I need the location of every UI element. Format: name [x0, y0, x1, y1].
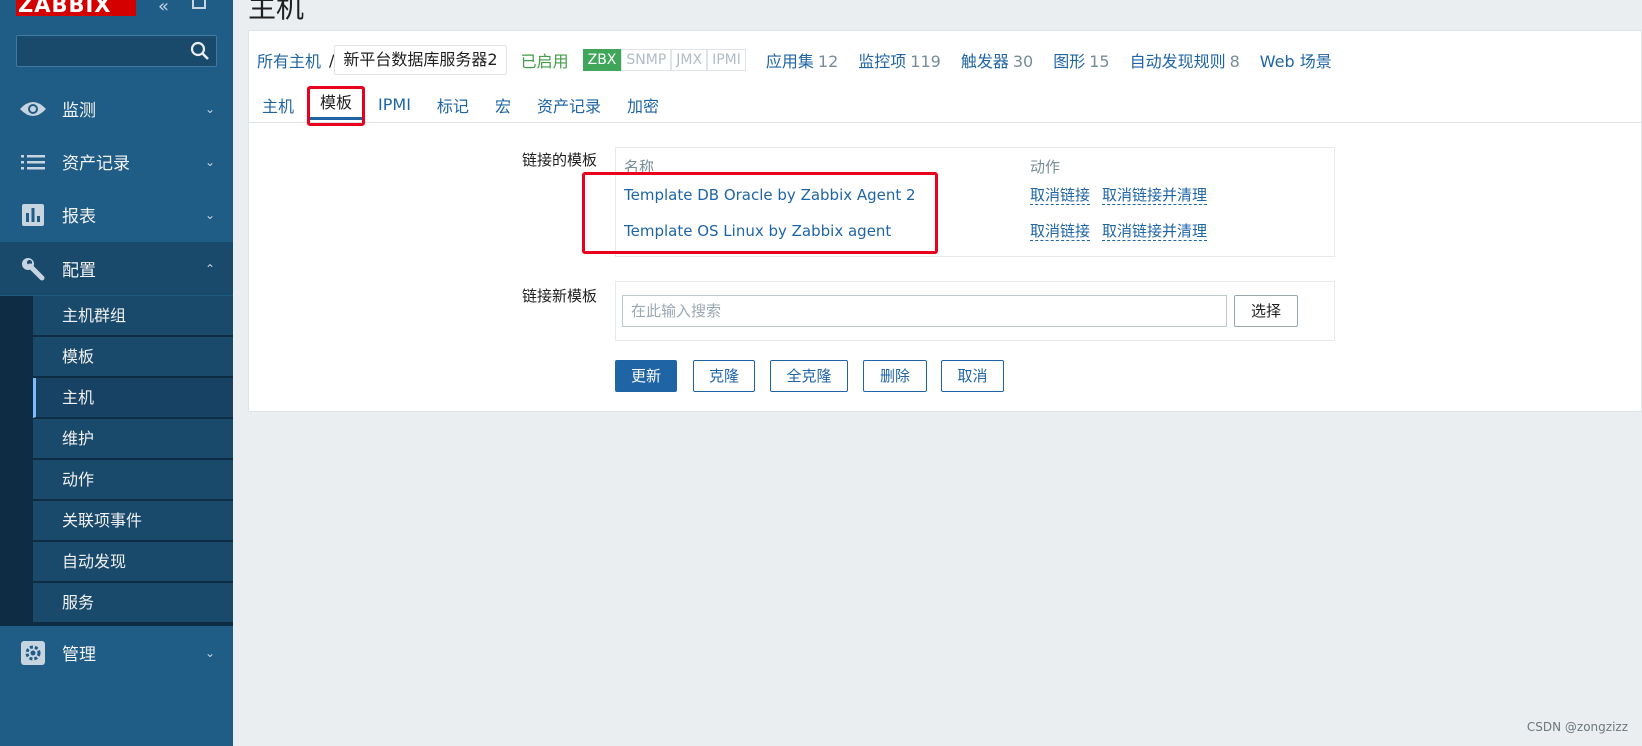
submenu-maintenance[interactable]: 维护	[33, 419, 233, 459]
link-new-templates-box: 在此输入搜索 选择	[615, 281, 1335, 341]
host-status-enabled[interactable]: 已启用	[521, 48, 569, 72]
submenu-services[interactable]: 服务	[33, 583, 233, 623]
sidebar-search-input[interactable]	[16, 35, 217, 67]
wrench-icon	[18, 257, 48, 281]
chevron-up-icon: ⌃	[204, 261, 215, 276]
nav-configuration-label: 配置	[62, 261, 96, 281]
host-tabs: 主机 模板 IPMI 标记 宏 资产记录 加密	[249, 87, 1642, 123]
submenu-event-correlation[interactable]: 关联项事件	[33, 501, 233, 541]
full-clone-button[interactable]: 全克隆	[770, 360, 848, 392]
template-search-input[interactable]: 在此输入搜索	[622, 295, 1227, 327]
sidebar: ZABBIX « 监测 ⌄ 资产记录 ⌄ 报表 ⌄ 配置 ⌃ 主机群组 模板 主…	[0, 0, 233, 746]
nav-configuration[interactable]: 配置 ⌃	[0, 242, 233, 295]
clone-button[interactable]: 克隆	[693, 360, 755, 392]
submenu-actions[interactable]: 动作	[33, 460, 233, 500]
submenu-host-groups[interactable]: 主机群组	[33, 296, 233, 336]
breadcrumb-current-host[interactable]: 新平台数据库服务器2	[334, 45, 507, 75]
chevron-down-icon: ⌄	[204, 154, 215, 169]
chevron-down-icon: ⌄	[204, 101, 215, 116]
cancel-button[interactable]: 取消	[941, 360, 1004, 392]
submenu-discovery[interactable]: 自动发现	[33, 542, 233, 582]
update-button[interactable]: 更新	[615, 360, 677, 392]
nav-reports-label: 报表	[62, 207, 96, 227]
availability-ipmi: IPMI	[707, 49, 746, 71]
availability-zbx: ZBX	[582, 49, 622, 71]
tab-host[interactable]: 主机	[249, 93, 307, 117]
gear-icon	[18, 640, 48, 665]
page-title: 主机	[248, 0, 305, 24]
eye-icon	[18, 100, 48, 118]
link-web-scenarios[interactable]: Web 场景	[1260, 48, 1332, 72]
link-discovery-rules[interactable]: 自动发现规则 8	[1130, 48, 1240, 72]
nav-inventory-label: 资产记录	[62, 154, 130, 174]
link-items[interactable]: 监控项 119	[858, 48, 941, 72]
availability-snmp: SNMP	[621, 49, 672, 71]
chevron-down-icon: ⌄	[204, 207, 215, 222]
unlink-and-clear-link[interactable]: 取消链接并清理	[1102, 186, 1208, 205]
submenu-templates[interactable]: 模板	[33, 337, 233, 377]
list-icon	[18, 154, 48, 170]
zabbix-logo[interactable]: ZABBIX	[16, 0, 136, 16]
link-triggers[interactable]: 触发器 30	[961, 48, 1033, 72]
link-applications[interactable]: 应用集 12	[766, 48, 838, 72]
unlink-link[interactable]: 取消链接	[1030, 186, 1091, 205]
column-header-action: 动作	[1030, 158, 1061, 176]
select-button[interactable]: 选择	[1234, 295, 1298, 327]
availability-indicators: ZBX SNMP JMX IPMI	[582, 49, 746, 71]
configuration-submenu: 主机群组 模板 主机 维护 动作 关联项事件 自动发现 服务	[0, 296, 233, 626]
unlink-and-clear-link[interactable]: 取消链接并清理	[1102, 222, 1208, 241]
tab-encryption[interactable]: 加密	[614, 93, 672, 117]
tab-tags[interactable]: 标记	[424, 93, 482, 117]
search-icon[interactable]	[190, 41, 210, 65]
host-edit-panel: 所有主机 / 新平台数据库服务器2 已启用 ZBX SNMP JMX IPMI …	[248, 30, 1642, 412]
nav-monitoring[interactable]: 监测 ⌄	[0, 82, 233, 135]
linked-templates-label: 链接的模板	[522, 151, 598, 169]
bar-chart-icon	[18, 203, 48, 226]
submenu-hosts[interactable]: 主机	[33, 378, 233, 418]
link-graphs[interactable]: 图形 15	[1053, 48, 1109, 72]
breadcrumb-all-hosts[interactable]: 所有主机	[249, 48, 329, 72]
unlink-link[interactable]: 取消链接	[1030, 222, 1091, 241]
nav-administration-label: 管理	[62, 645, 96, 665]
nav-inventory[interactable]: 资产记录 ⌄	[0, 135, 233, 188]
link-new-templates-label: 链接新模板	[522, 287, 598, 305]
nav-reports[interactable]: 报表 ⌄	[0, 188, 233, 241]
watermark: CSDN @zongzizz	[1526, 720, 1628, 734]
host-navigation-bar: 所有主机 / 新平台数据库服务器2 已启用 ZBX SNMP JMX IPMI …	[249, 43, 1332, 77]
highlight-box-tab	[307, 86, 365, 126]
nav-administration[interactable]: 管理 ⌄	[0, 626, 233, 679]
chevron-down-icon: ⌄	[204, 645, 215, 660]
delete-button[interactable]: 删除	[863, 360, 927, 392]
collapse-sidebar-icon[interactable]: «	[158, 0, 169, 17]
nav-monitoring-label: 监测	[62, 101, 96, 121]
kiosk-mode-icon[interactable]	[192, 0, 206, 9]
highlight-box-templates	[582, 172, 938, 254]
tab-inventory[interactable]: 资产记录	[524, 93, 614, 117]
tab-ipmi[interactable]: IPMI	[365, 95, 424, 114]
tab-macros[interactable]: 宏	[482, 93, 524, 117]
availability-jmx: JMX	[671, 49, 708, 71]
